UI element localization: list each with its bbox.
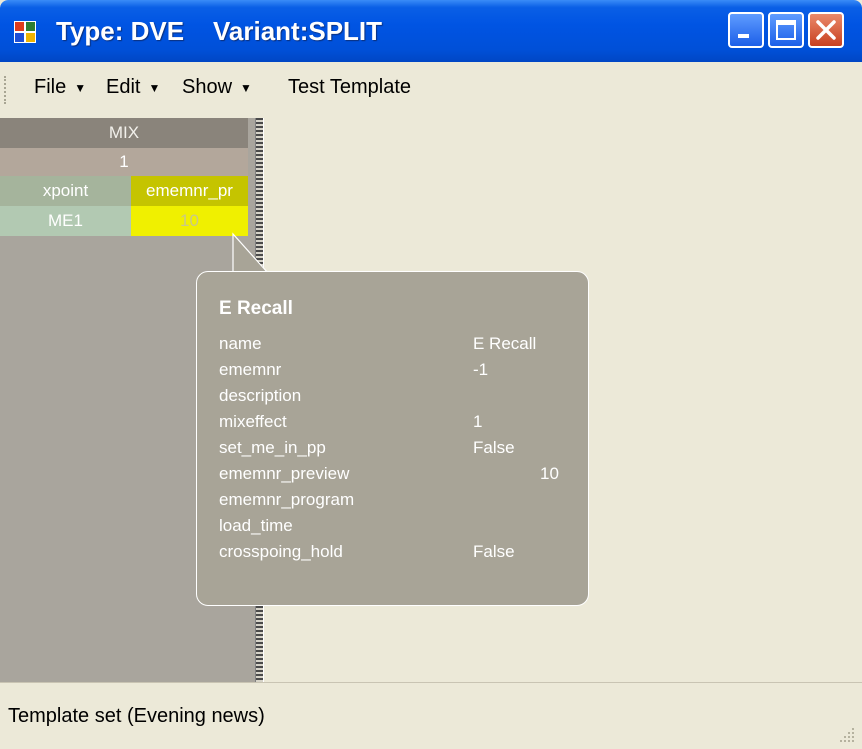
tooltip-field-key: crosspoing_hold [219, 542, 343, 561]
tooltip-field-value: 10 [540, 464, 559, 483]
maximize-button[interactable] [768, 12, 804, 48]
title-bar[interactable]: Type: DVE Variant:SPLIT [0, 0, 862, 62]
close-icon [816, 20, 836, 40]
tooltip-field-key: ememnr_preview [219, 464, 350, 483]
resize-grip-icon[interactable] [836, 724, 856, 744]
tooltip-field-key: mixeffect [219, 412, 287, 431]
grid-column-ememnr[interactable]: ememnr_pr [131, 176, 248, 206]
tooltip-field-key: description [219, 386, 302, 405]
tooltip-field-key: set_me_in_pp [219, 438, 326, 457]
menu-show-label: Show [182, 76, 233, 98]
tooltip-field-value: False [473, 542, 515, 561]
tooltip-field-key: load_time [219, 516, 293, 535]
toolbar-grip[interactable] [4, 76, 9, 104]
menu-test-template[interactable]: Test Template [288, 76, 411, 99]
tooltip-field-key: name [219, 334, 262, 353]
menu-bar: File ▼ Edit ▼ Show ▼ Test Template [0, 62, 862, 119]
chevron-down-icon: ▼ [240, 80, 252, 95]
status-bar: Template set (Evening news) [0, 682, 862, 749]
app-window: Type: DVE Variant:SPLIT File ▼ Edit ▼ Sh… [0, 0, 862, 749]
close-button[interactable] [808, 12, 844, 48]
grid-column-xpoint[interactable]: xpoint [0, 176, 131, 206]
grid-cell-xpoint[interactable]: ME1 [0, 206, 131, 236]
window-title-variant: Variant:SPLIT [213, 16, 383, 46]
tooltip-field-value: -1 [473, 360, 489, 379]
menu-edit-label: Edit [106, 76, 141, 98]
tooltip-title: E Recall [219, 298, 293, 319]
minimize-button[interactable] [728, 12, 764, 48]
menu-edit[interactable]: Edit ▼ [106, 76, 160, 99]
chevron-down-icon: ▼ [74, 80, 87, 95]
window-title-type: Type: DVE [56, 16, 185, 46]
tooltip: E Recall name E Recall ememnr -1 descrip… [196, 271, 589, 606]
menu-show[interactable]: Show ▼ [182, 76, 252, 99]
app-icon [14, 21, 36, 43]
maximize-icon [776, 20, 796, 40]
tooltip-pointer [198, 232, 276, 274]
chevron-down-icon: ▼ [148, 80, 161, 95]
tooltip-field-key: ememnr [219, 360, 282, 379]
minimize-icon [738, 34, 749, 38]
tooltip-field-value: E Recall [473, 334, 537, 353]
grid-header-mix: MIX [0, 118, 248, 148]
tooltip-field-value: False [473, 438, 515, 457]
menu-file-label: File [34, 76, 67, 98]
status-text: Template set (Evening news) [8, 705, 265, 727]
tooltip-field-key: ememnr_program [219, 490, 355, 509]
grid-mix-number[interactable]: 1 [0, 148, 248, 176]
tooltip-field-value: 1 [473, 412, 483, 431]
menu-file[interactable]: File ▼ [34, 76, 86, 99]
